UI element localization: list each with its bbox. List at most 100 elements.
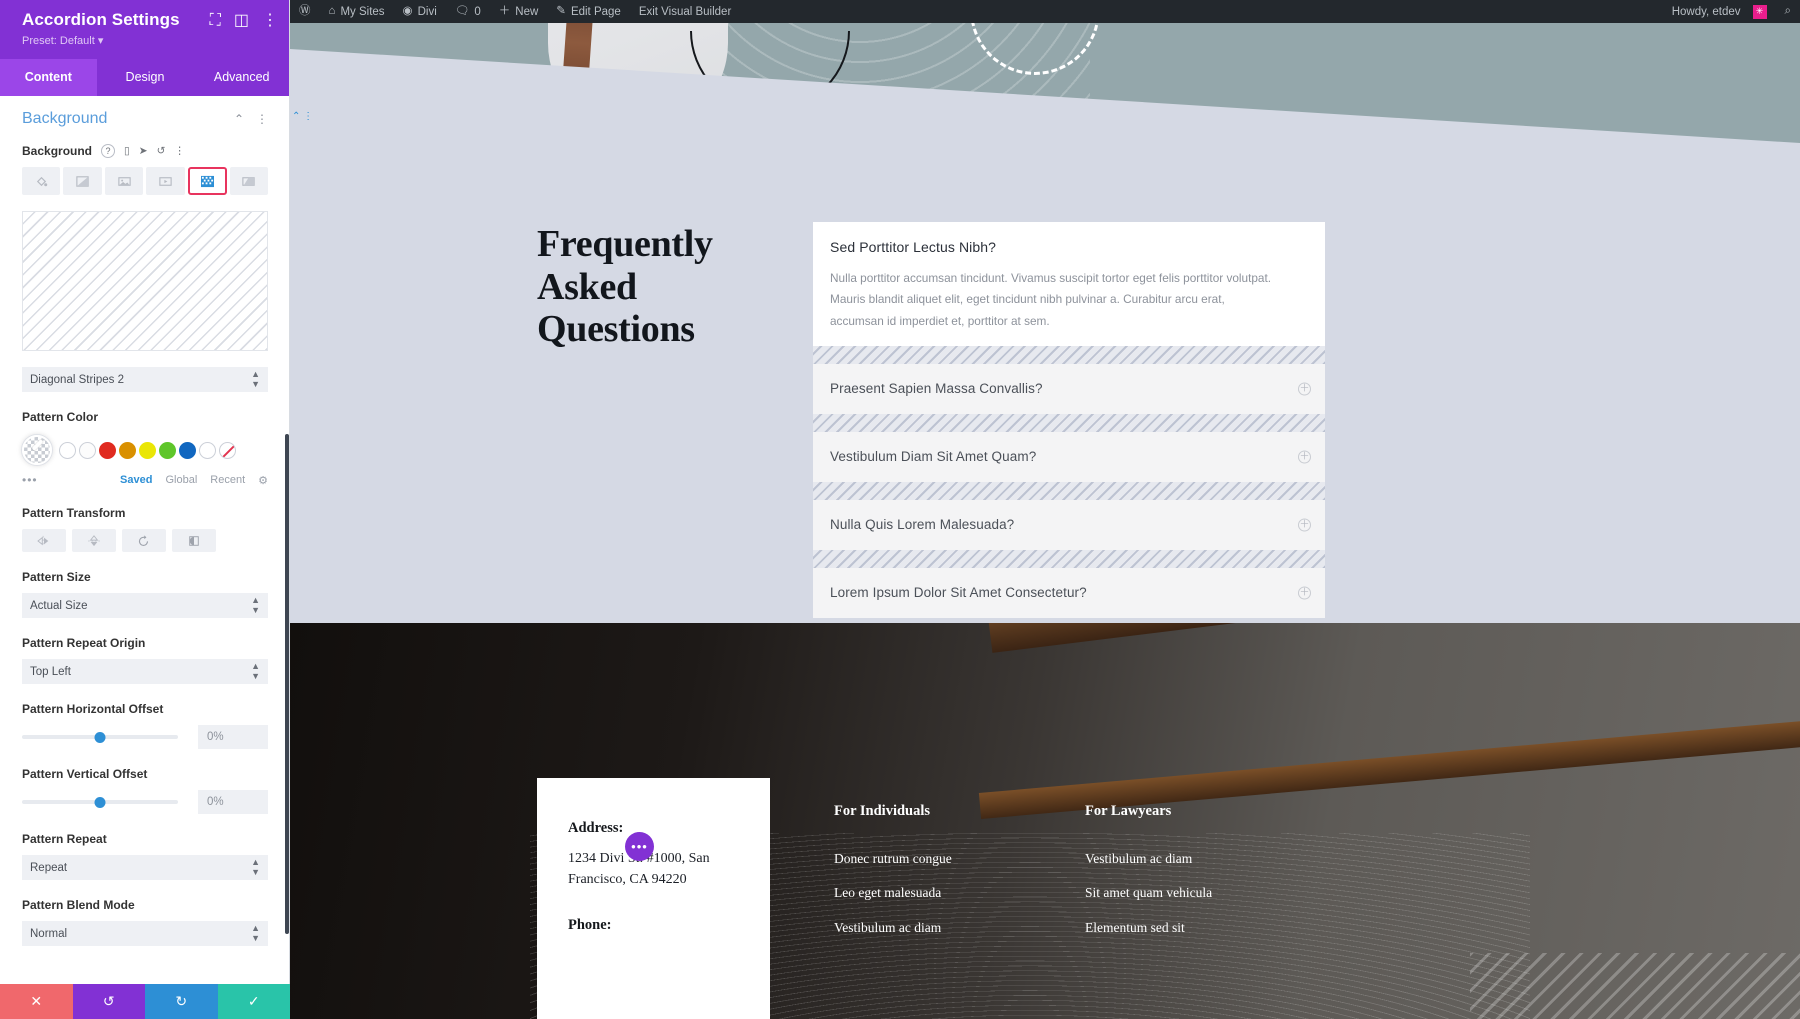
background-gradient-tab[interactable] — [63, 167, 102, 195]
swatch-blue[interactable] — [179, 441, 196, 459]
accordion-toggle-icon[interactable]: ＋ — [1298, 586, 1311, 600]
footer-link[interactable]: Sit amet quam vehicula — [1085, 876, 1212, 910]
help-icon[interactable]: ? — [101, 144, 116, 158]
pattern-size-value: Actual Size — [30, 599, 88, 612]
swatch-meta-row: ••• Saved Global Recent ⚙ — [22, 473, 268, 487]
swatch-white-1[interactable] — [59, 441, 76, 459]
pattern-repeat-select[interactable]: Repeat ▲ ▼ — [22, 855, 268, 880]
background-mask-tab[interactable] — [229, 167, 268, 195]
swatch-red[interactable] — [99, 441, 116, 459]
recent-colors-link[interactable]: Recent — [210, 474, 245, 486]
pattern-preview[interactable] — [22, 211, 268, 351]
new-menu[interactable]: ＋ New — [490, 0, 548, 23]
horizontal-offset-slider[interactable] — [22, 731, 178, 743]
panel-scrollbar[interactable] — [285, 434, 289, 934]
accordion-item-1[interactable]: Sed Porttitor Lectus Nibh? Nulla porttit… — [813, 222, 1325, 347]
divi-menu[interactable]: ◉ Divi — [394, 0, 446, 23]
swatch-green[interactable] — [159, 441, 176, 459]
accordion-item-4[interactable]: Nulla Quis Lorem Malesuada? ＋ — [813, 500, 1325, 551]
accordion-separator — [813, 346, 1325, 365]
swatch-white-2[interactable] — [79, 441, 96, 459]
slider-handle[interactable] — [94, 731, 106, 743]
accordion-title: Nulla Quis Lorem Malesuada? — [830, 517, 1015, 533]
background-image-tab[interactable] — [104, 167, 144, 195]
pattern-style-select[interactable]: Diagonal Stripes 2 ▲ ▼ — [22, 367, 268, 392]
more-colors-icon[interactable]: ••• — [22, 473, 38, 487]
pattern-vertical-offset-label: Pattern Vertical Offset — [22, 767, 148, 781]
footer-link[interactable]: Vestibulum ac diam — [1085, 842, 1212, 876]
edit-page-menu[interactable]: ✎ Edit Page — [547, 0, 630, 23]
pattern-repeat-origin-select[interactable]: Top Left ▲ ▼ — [22, 659, 268, 684]
color-picker-swatch[interactable] — [22, 435, 52, 465]
cancel-button[interactable]: ✕ — [0, 984, 73, 1019]
visual-builder-fab-button[interactable]: ••• — [625, 832, 654, 861]
swatch-none[interactable] — [219, 441, 236, 459]
accordion-toggle-icon[interactable]: ＋ — [1298, 518, 1311, 532]
footer-link[interactable]: Elementum sed sit — [1085, 911, 1212, 945]
slider-handle[interactable] — [94, 796, 106, 808]
comments-menu[interactable]: 🗨 0 — [446, 0, 490, 23]
pattern-blend-mode-select[interactable]: Normal ▲ ▼ — [22, 921, 268, 946]
visual-builder-module-marker: ⌃ ⋮ — [292, 111, 314, 122]
wordpress-logo-menu[interactable]: Ⓦ — [290, 0, 320, 23]
pattern-size-label: Pattern Size — [22, 570, 91, 584]
exit-visual-builder-menu[interactable]: Exit Visual Builder — [630, 0, 740, 23]
my-sites-menu[interactable]: ⌂ My Sites — [320, 0, 394, 23]
plus-icon: ＋ — [498, 4, 511, 17]
pattern-transform-label: Pattern Transform — [22, 506, 126, 520]
undo-button[interactable]: ↺ — [72, 984, 145, 1019]
background-section-header[interactable]: Background ⌃ ⋮ — [22, 110, 268, 128]
background-color-tab[interactable] — [22, 167, 61, 195]
howdy-menu[interactable]: Howdy, etdev ✳ — [1663, 0, 1776, 23]
paint-bucket-icon — [36, 176, 47, 186]
background-pattern-tab[interactable] — [187, 167, 227, 195]
flip-horizontal-button[interactable] — [22, 529, 66, 552]
diagonal-stripes-decoration — [1470, 953, 1800, 1019]
tab-content[interactable]: Content — [0, 59, 97, 96]
flip-horizontal-icon — [37, 535, 49, 546]
accordion-item-2[interactable]: Praesent Sapien Massa Convallis? ＋ — [813, 364, 1325, 415]
hover-cursor-icon[interactable]: ➤ — [139, 146, 148, 157]
accordion-toggle-icon[interactable]: ＋ — [1298, 382, 1311, 396]
footer-link[interactable]: Leo eget malesuada — [834, 876, 952, 910]
focus-icon[interactable]: ⛶ — [210, 13, 221, 29]
tab-advanced[interactable]: Advanced — [193, 59, 290, 96]
footer-link[interactable]: Vestibulum ac diam — [834, 911, 952, 945]
rotate-button[interactable] — [122, 529, 166, 552]
swatch-orange[interactable] — [119, 441, 136, 459]
global-colors-link[interactable]: Global — [165, 474, 197, 486]
horizontal-offset-input[interactable]: 0% — [198, 725, 268, 749]
more-options-icon[interactable]: ⋮ — [174, 146, 185, 157]
swatch-yellow[interactable] — [139, 441, 156, 459]
vertical-offset-slider[interactable] — [22, 796, 178, 808]
more-vertical-icon[interactable]: ⋮ — [256, 112, 268, 126]
pattern-repeat-origin-value: Top Left — [30, 665, 71, 678]
save-button[interactable]: ✓ — [217, 984, 290, 1019]
pattern-size-select[interactable]: Actual Size ▲ ▼ — [22, 593, 268, 618]
gear-icon[interactable]: ⚙ — [258, 474, 268, 487]
tab-design[interactable]: Design — [97, 59, 194, 96]
footer-link[interactable]: Donec rutrum congue — [834, 842, 952, 876]
search-button[interactable]: ⌕ — [1776, 0, 1800, 23]
redo-button[interactable]: ↻ — [145, 984, 218, 1019]
accordion-item-3[interactable]: Vestibulum Diam Sit Amet Quam? ＋ — [813, 432, 1325, 483]
reset-icon[interactable]: ↺ — [157, 146, 166, 157]
module-settings-panel: Accordion Settings Preset: Default ▾ ⛶ ◫… — [0, 0, 290, 1019]
invert-button[interactable] — [172, 529, 216, 552]
vertical-offset-input[interactable]: 0% — [198, 790, 268, 814]
chevron-up-icon[interactable]: ⌃ — [234, 112, 244, 126]
preset-selector[interactable]: Preset: Default ▾ — [22, 34, 276, 47]
responsive-phone-icon[interactable]: ▯ — [124, 146, 130, 157]
pattern-vertical-offset-control: 0% — [22, 790, 268, 814]
background-video-tab[interactable] — [146, 167, 185, 195]
saved-colors-link[interactable]: Saved — [120, 474, 152, 486]
pattern-repeat-origin-label: Pattern Repeat Origin — [22, 636, 146, 650]
swatch-white-3[interactable] — [199, 441, 216, 459]
accordion-toggle-icon[interactable]: ＋ — [1298, 450, 1311, 464]
accordion-item-5[interactable]: Lorem Ipsum Dolor Sit Amet Consectetur? … — [813, 568, 1325, 619]
more-vertical-icon[interactable]: ⋮ — [262, 13, 278, 29]
edit-page-label: Edit Page — [570, 5, 621, 18]
layout-icon[interactable]: ◫ — [234, 13, 249, 29]
flip-vertical-button[interactable] — [72, 529, 116, 552]
accordion-module[interactable]: Sed Porttitor Lectus Nibh? Nulla porttit… — [813, 222, 1325, 619]
